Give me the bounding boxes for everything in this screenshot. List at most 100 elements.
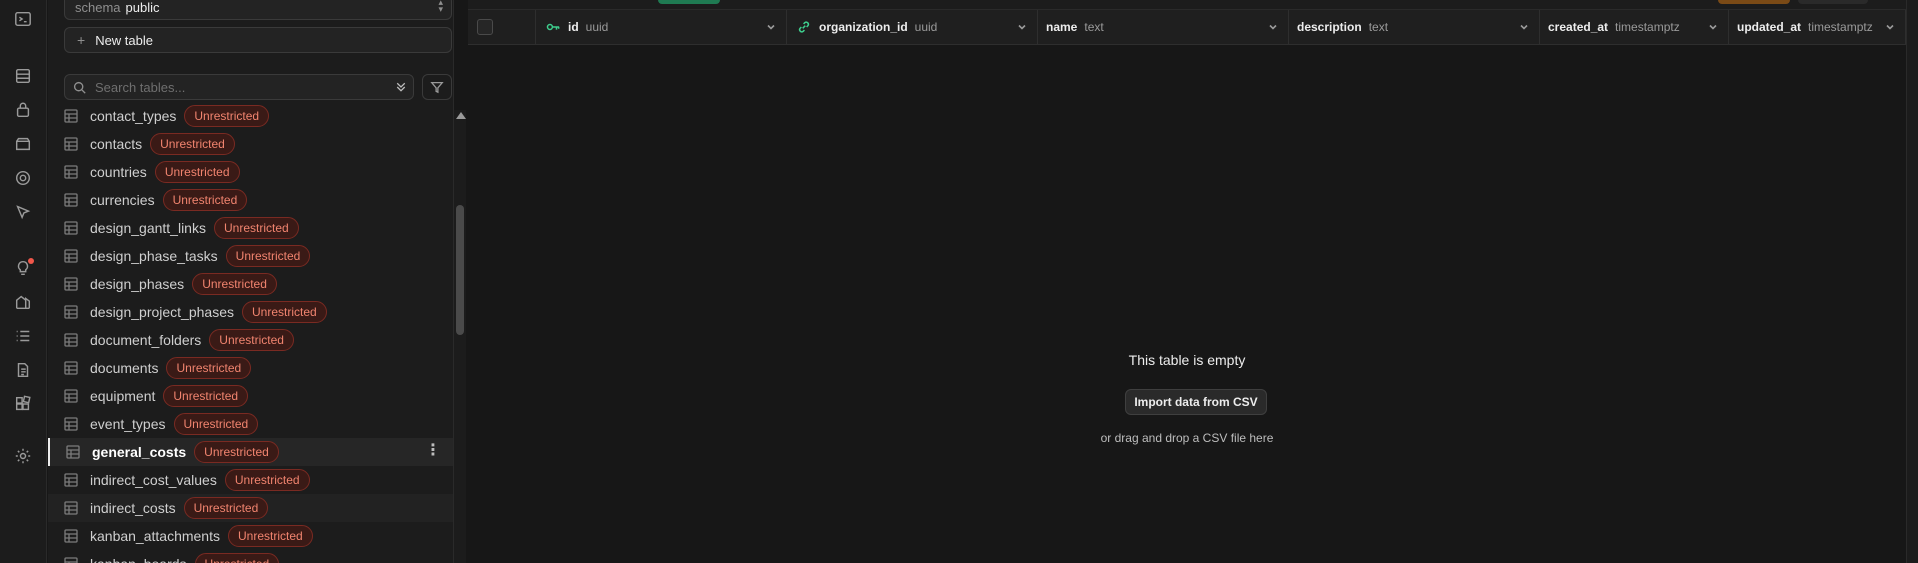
table-name: contact_types (90, 108, 177, 124)
auth-icon[interactable] (13, 100, 33, 120)
table-list-item[interactable]: kanban_boards Unrestricted (48, 550, 453, 563)
table-icon (64, 109, 78, 123)
toolbar-warning-button[interactable] (1718, 0, 1790, 4)
table-list-item[interactable]: document_folders Unrestricted (48, 326, 453, 354)
table-icon (64, 529, 78, 543)
column-header[interactable]: updated_at timestamptz (1729, 10, 1906, 44)
rls-status-badge: Unrestricted (194, 441, 279, 463)
chevron-down-icon[interactable] (1017, 21, 1027, 35)
rls-status-badge: Unrestricted (150, 133, 235, 155)
schema-select[interactable]: schema public ▴ ▾ (64, 0, 452, 20)
table-list-item[interactable]: design_phase_tasks Unrestricted (48, 242, 453, 270)
select-all-checkbox[interactable] (477, 19, 493, 35)
integrations-icon[interactable] (13, 394, 33, 414)
rls-status-badge: Unrestricted (194, 553, 280, 563)
chevron-down-icon[interactable] (1885, 21, 1895, 35)
table-editor-icon[interactable] (13, 66, 33, 86)
new-table-button[interactable]: + New table (64, 27, 452, 53)
schema-select-label: schema (75, 0, 121, 15)
table-name: currencies (90, 192, 155, 208)
column-header[interactable]: created_at timestamptz (1540, 10, 1729, 44)
realtime-icon[interactable] (13, 168, 33, 188)
table-name: general_costs (92, 444, 187, 460)
column-type: timestamptz (1808, 20, 1873, 34)
column-header[interactable]: description text (1289, 10, 1540, 44)
table-icon (64, 501, 78, 515)
rls-status-badge: Unrestricted (166, 357, 252, 379)
chevron-down-icon[interactable] (766, 21, 776, 35)
column-name: updated_at (1737, 20, 1802, 34)
sql-editor-icon[interactable] (13, 9, 33, 29)
notification-dot (28, 258, 34, 264)
table-list-item[interactable]: design_phases Unrestricted (48, 270, 453, 298)
select-all-column (468, 10, 536, 44)
table-name: indirect_cost_values (90, 472, 217, 488)
chevron-down-icon[interactable] (1708, 21, 1718, 35)
rls-status-badge: Unrestricted (242, 301, 327, 323)
toolbar-accent-button[interactable] (658, 0, 720, 4)
table-icon (64, 165, 78, 179)
table-list-item[interactable]: event_types Unrestricted (48, 410, 453, 438)
settings-icon[interactable] (13, 446, 33, 466)
rls-status-badge: Unrestricted (184, 105, 270, 127)
table-list-item[interactable]: indirect_costs Unrestricted (48, 494, 453, 522)
import-csv-button[interactable]: Import data from CSV (1125, 389, 1267, 415)
column-type: uuid (914, 20, 938, 34)
table-name: equipment (90, 388, 156, 404)
column-header[interactable]: organization_id uuid (787, 10, 1038, 44)
column-type: uuid (585, 20, 609, 34)
chevron-down-icon[interactable] (1519, 21, 1529, 35)
logs-icon[interactable] (13, 326, 33, 346)
top-toolbar-strip (468, 0, 1918, 10)
chevron-updown-icon: ▴ ▾ (438, 0, 443, 14)
table-list-item[interactable]: design_gantt_links Unrestricted (48, 214, 453, 242)
table-icon (64, 305, 78, 319)
search-tables-input[interactable] (93, 78, 377, 96)
search-tables-field[interactable] (64, 74, 414, 100)
edge-functions-icon[interactable] (13, 202, 33, 222)
chevrons-down-icon[interactable] (395, 80, 407, 98)
chevron-down-icon[interactable] (1268, 21, 1278, 35)
table-list-item[interactable]: documents Unrestricted (48, 354, 453, 382)
reports-icon[interactable] (13, 292, 33, 312)
table-list-item[interactable]: contact_types Unrestricted (48, 102, 453, 130)
rls-status-badge: Unrestricted (192, 273, 277, 295)
filter-button[interactable] (422, 74, 452, 100)
column-header[interactable]: id uuid (536, 10, 787, 44)
sidebar-scrollbar[interactable] (454, 110, 466, 563)
rls-status-badge: Unrestricted (213, 217, 299, 239)
table-icon (64, 249, 78, 263)
plus-icon: + (77, 32, 86, 48)
table-name: design_gantt_links (90, 220, 206, 236)
column-header[interactable]: name text (1038, 10, 1289, 44)
table-list-item[interactable]: contacts Unrestricted (48, 130, 453, 158)
table-list-item[interactable]: indirect_cost_values Unrestricted (48, 466, 453, 494)
sidebar-scroll-thumb[interactable] (456, 205, 464, 335)
table-grid-area: id uuid organization_id uuid name text descrip… (468, 0, 1918, 563)
rls-status-badge: Unrestricted (154, 161, 240, 183)
table-list-item[interactable]: kanban_attachments Unrestricted (48, 522, 453, 550)
toolbar-button[interactable] (1798, 0, 1868, 4)
column-type: text (1084, 20, 1104, 34)
link-icon (797, 20, 811, 34)
rls-status-badge: Unrestricted (224, 469, 310, 491)
table-list-item[interactable]: design_project_phases Unrestricted (48, 298, 453, 326)
column-name: id (568, 20, 579, 34)
table-icon (64, 389, 78, 403)
key-icon (546, 20, 560, 34)
table-icon (64, 333, 78, 347)
table-list-item[interactable]: countries Unrestricted (48, 158, 453, 186)
advisors-icon[interactable] (13, 258, 34, 278)
table-list-item[interactable]: currencies Unrestricted (48, 186, 453, 214)
table-list-item[interactable]: equipment Unrestricted (48, 382, 453, 410)
table-icon (64, 473, 78, 487)
table-name: event_types (90, 416, 166, 432)
table-list-item[interactable]: general_costs Unrestricted ⋮ (48, 438, 453, 466)
rls-status-badge: Unrestricted (225, 245, 311, 267)
table-list: contact_types Unrestricted contacts Unrestr… (48, 102, 453, 563)
table-icon (64, 221, 78, 235)
storage-icon[interactable] (13, 134, 33, 154)
more-options-icon[interactable]: ⋮ (425, 443, 441, 459)
api-docs-icon[interactable] (13, 360, 33, 380)
scroll-up-arrow-icon[interactable] (456, 112, 466, 119)
